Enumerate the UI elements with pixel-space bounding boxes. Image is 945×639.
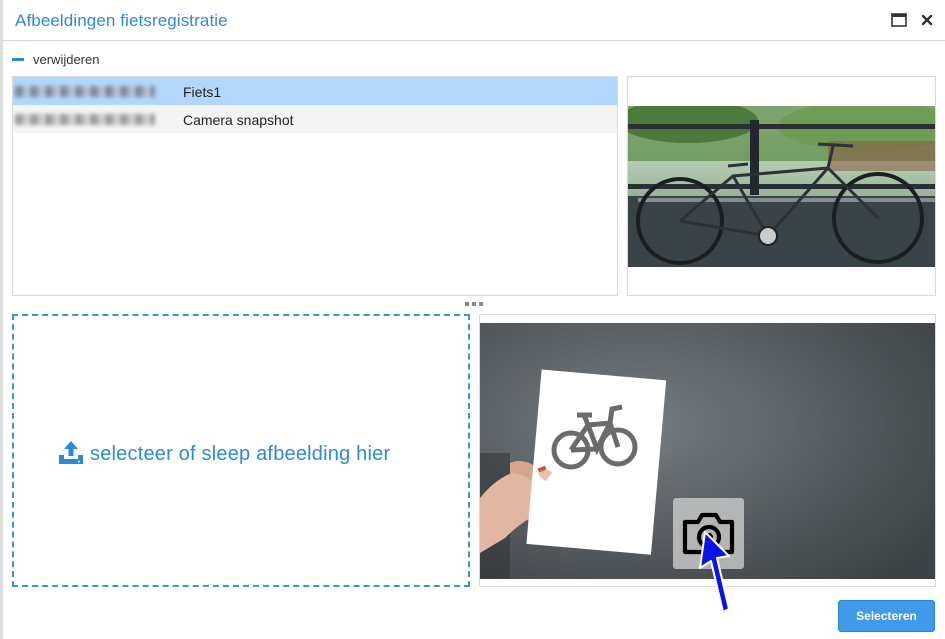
splitter-handle[interactable] <box>465 302 483 306</box>
remove-button[interactable]: verwijderen <box>12 50 99 68</box>
list-item-camera-snapshot[interactable]: Camera snapshot <box>13 105 617 133</box>
camera-panel <box>479 314 936 587</box>
dialog-titlebar: Afbeeldingen fietsregistratie <box>3 0 945 41</box>
upload-dropzone[interactable]: selecteer of sleep afbeelding hier <box>12 314 470 587</box>
image-preview <box>627 76 936 296</box>
redacted-date <box>15 114 155 125</box>
remove-label: verwijderen <box>33 51 100 67</box>
list-item-fiets1[interactable]: Fiets1 <box>13 77 617 105</box>
redacted-date <box>15 86 155 97</box>
snapshot-button[interactable] <box>673 498 744 569</box>
dropzone-content: selecteer of sleep afbeelding hier <box>58 439 390 470</box>
image-list: Fiets1 Camera snapshot <box>12 76 618 296</box>
select-button[interactable]: Selecteren <box>838 600 935 632</box>
close-icon[interactable] <box>919 12 935 28</box>
camera-icon <box>682 512 735 555</box>
minus-icon <box>12 57 24 61</box>
left-edge <box>0 0 3 639</box>
window-maximize-icon[interactable] <box>891 12 907 28</box>
list-item-label: Camera snapshot <box>183 112 294 128</box>
bicycle-photo <box>628 106 935 267</box>
dialog-title: Afbeeldingen fietsregistratie <box>15 11 228 30</box>
list-item-label: Fiets1 <box>183 84 222 100</box>
upload-icon <box>58 439 84 470</box>
dropzone-text: selecteer of sleep afbeelding hier <box>90 443 391 465</box>
